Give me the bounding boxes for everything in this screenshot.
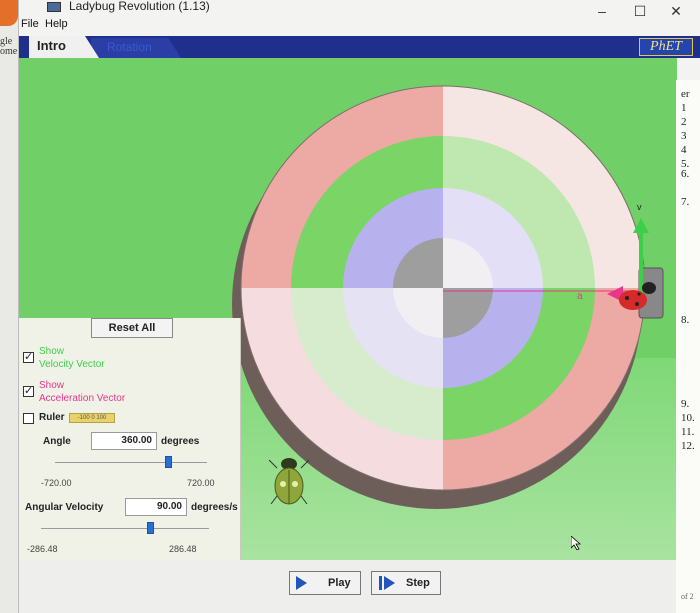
show-velocity-checkbox[interactable] [23,350,34,363]
screenshot: gle ome Ladybug Revolution (1.13) – ☐ ✕ … [0,0,700,613]
velocity-label: v [637,202,642,212]
browser-icon [0,0,18,26]
angular-velocity-slider-thumb[interactable] [147,522,155,534]
menu-file[interactable]: File [21,18,39,30]
menu-help[interactable]: Help [45,18,68,30]
background-text: ome [0,46,18,57]
angular-velocity-slider-track[interactable] [41,528,209,529]
tab-rotation[interactable]: Rotation [91,38,181,58]
angle-slider-track[interactable] [55,462,207,463]
doc-fragment-text: 9. [681,398,690,410]
background-document: er 1 2 3 4 5. 6. 7. 8. 9. 10. 11. 12. of… [676,80,700,613]
phet-logo[interactable]: PhET [639,38,693,56]
show-velocity-label-line2: Velocity Vector [39,359,105,370]
angle-slider-thumb[interactable] [165,456,172,468]
play-icon [296,576,307,590]
doc-fragment-text: er [681,88,690,100]
menu-bar: File Help [19,16,700,36]
angle-field[interactable]: 360.00 [91,432,157,450]
doc-fragment-text: 3 [681,130,687,142]
step-label: Step [406,577,430,589]
acceleration-label: a [577,291,583,302]
step-bar-icon [379,576,382,590]
ruler-label: Ruler [39,412,65,423]
play-button[interactable]: Play [289,571,361,595]
doc-fragment-text: 11. [681,426,695,438]
angle-label: Angle [43,436,71,447]
rotating-platform[interactable] [240,85,646,491]
angle-slider-max: 720.00 [187,478,215,488]
doc-fragment-text: 2 [681,116,687,128]
show-acceleration-label-line2: Acceleration Vector [39,393,126,404]
show-acceleration-label-line1: Show [39,380,65,391]
tab-intro[interactable]: Intro [29,36,99,58]
angular-velocity-label: Angular Velocity [25,502,104,513]
ruler-icon: -100 0 100 [69,413,115,423]
angular-velocity-slider-max: 286.48 [169,544,197,554]
doc-fragment-text: 7. [681,196,690,208]
angular-velocity-field[interactable]: 90.00 [125,498,187,516]
step-button[interactable]: Step [371,571,441,595]
step-icon [384,576,395,590]
doc-fragment-text: 6. [681,168,690,180]
tab-bar: Rotation Intro PhET [19,36,700,58]
angle-unit: degrees [161,436,200,447]
show-velocity-label-line1: Show [39,346,65,357]
app-icon [47,2,61,12]
beetle-icon [268,458,310,505]
angle-slider-min: -720.00 [41,478,72,488]
play-label: Play [328,577,351,589]
angular-velocity-unit: degrees/s [191,502,238,513]
doc-fragment-text: 12. [681,440,695,452]
doc-fragment-text: 1 [681,102,687,114]
control-panel: Reset All Show Velocity Vector Show Acce… [19,318,241,560]
doc-fragment-text: 8. [681,314,690,326]
doc-fragment-text: 10. [681,412,695,424]
doc-page-indicator: of 2 [681,592,694,601]
show-acceleration-checkbox[interactable] [23,384,34,397]
angular-velocity-slider-min: -286.48 [27,544,58,554]
reset-all-button[interactable]: Reset All [91,318,173,338]
ruler-checkbox[interactable] [23,413,34,424]
playback-controls: Play Step [19,560,700,613]
mouse-cursor-icon [571,536,581,550]
window-title: Ladybug Revolution (1.13) [69,0,210,13]
doc-fragment-text: 4 [681,144,687,156]
app-window: Ladybug Revolution (1.13) – ☐ ✕ File Hel… [18,0,700,613]
